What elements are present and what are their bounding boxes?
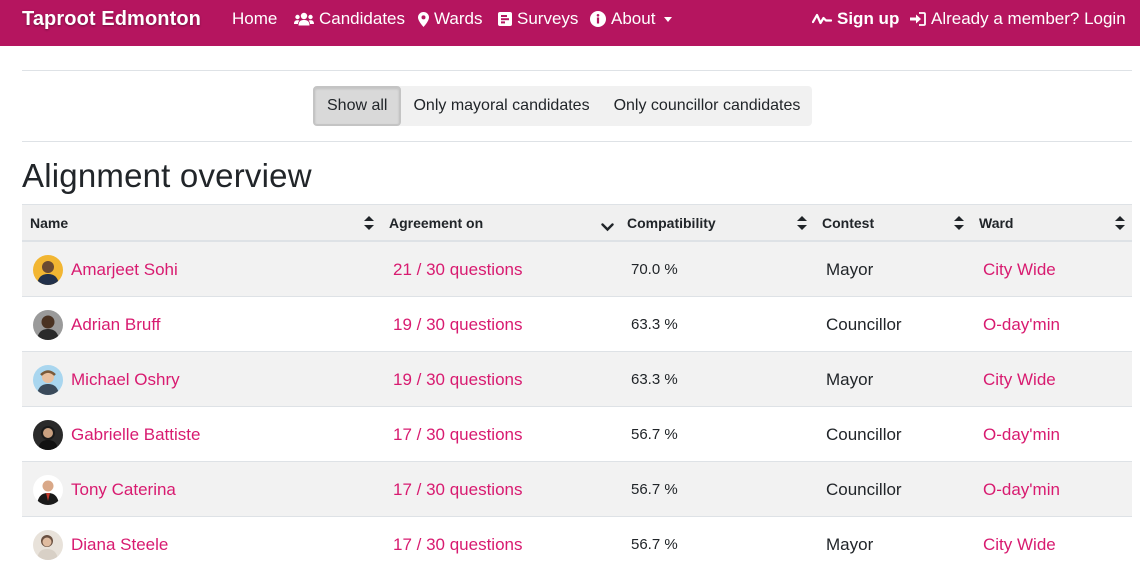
candidate-name-link[interactable]: Gabrielle Battiste <box>71 425 200 445</box>
compatibility-value: 56.7 % <box>631 481 678 498</box>
compatibility-value: 63.3 % <box>631 371 678 388</box>
avatar <box>33 474 63 505</box>
filter-show-all-button[interactable]: Show all <box>313 86 402 126</box>
candidate-cell: Adrian Bruff <box>33 297 160 352</box>
ward-link[interactable]: City Wide <box>983 517 1056 569</box>
poll-icon <box>498 12 512 26</box>
table-row: Diana Steele 17 / 30 questions 56.7 % Ma… <box>22 517 1132 569</box>
candidate-cell: Michael Oshry <box>33 352 180 407</box>
sort-icon[interactable] <box>1115 216 1125 235</box>
avatar <box>33 309 63 340</box>
info-circle-icon <box>590 11 606 27</box>
sign-in-icon <box>910 12 926 26</box>
nav-candidates-label: Candidates <box>319 9 406 28</box>
nav-login[interactable]: Already a member? Login <box>910 9 1126 29</box>
sort-down-icon[interactable] <box>601 219 614 237</box>
contest-value: Councillor <box>826 424 902 444</box>
header-contest[interactable]: Contest <box>822 205 874 241</box>
avatar <box>33 364 63 395</box>
table-row: Michael Oshry 19 / 30 questions 63.3 % M… <box>22 352 1132 407</box>
contest-value: Mayor <box>826 369 874 389</box>
sort-icon[interactable] <box>797 216 807 235</box>
nav-signup[interactable]: Sign up <box>812 9 899 29</box>
agreement-link[interactable]: 19 / 30 questions <box>393 352 522 407</box>
table-header: Name Agreement on Compatibility Contest … <box>22 204 1132 242</box>
candidate-name-link[interactable]: Amarjeet Sohi <box>71 260 178 280</box>
agreement-link[interactable]: 17 / 30 questions <box>393 517 522 569</box>
nav-home-label: Home <box>232 9 278 28</box>
contest-value: Mayor <box>826 534 874 554</box>
nav-login-label: Already a member? Login <box>931 9 1126 28</box>
candidate-cell: Tony Caterina <box>33 462 176 517</box>
ward-link[interactable]: City Wide <box>983 242 1056 297</box>
nav-surveys-label: Surveys <box>517 9 579 28</box>
table-row: Gabrielle Battiste 17 / 30 questions 56.… <box>22 407 1132 462</box>
avatar <box>33 254 63 285</box>
filter-councillor-button[interactable]: Only councillor candidates <box>602 86 813 126</box>
sort-icon[interactable] <box>364 216 374 235</box>
alignment-table: Name Agreement on Compatibility Contest … <box>22 204 1132 569</box>
table-row: Adrian Bruff 19 / 30 questions 63.3 % Co… <box>22 297 1132 352</box>
contest-value: Mayor <box>826 259 874 279</box>
avatar <box>33 419 63 450</box>
navbar: Taproot Edmonton Home Candidates Wards S… <box>0 0 1140 46</box>
brand-logo[interactable]: Taproot Edmonton <box>22 8 201 31</box>
ward-link[interactable]: City Wide <box>983 352 1056 407</box>
candidate-cell: Gabrielle Battiste <box>33 407 200 462</box>
candidate-cell: Amarjeet Sohi <box>33 242 178 297</box>
candidate-filter-group: Show all Only mayoral candidates Only co… <box>313 86 813 126</box>
nav-wards[interactable]: Wards <box>418 9 483 29</box>
header-compatibility[interactable]: Compatibility <box>627 205 716 241</box>
users-icon <box>294 12 314 26</box>
ward-link[interactable]: O-day'min <box>983 407 1060 462</box>
compatibility-value: 70.0 % <box>631 261 678 278</box>
contest-value: Councillor <box>826 314 902 334</box>
candidate-name-link[interactable]: Tony Caterina <box>71 480 176 500</box>
sort-icon[interactable] <box>954 216 964 235</box>
candidate-name-link[interactable]: Adrian Bruff <box>71 315 160 335</box>
contest-value: Councillor <box>826 479 902 499</box>
agreement-link[interactable]: 21 / 30 questions <box>393 242 522 297</box>
candidate-name-link[interactable]: Michael Oshry <box>71 370 180 390</box>
avatar <box>33 529 63 560</box>
candidate-cell: Diana Steele <box>33 517 168 569</box>
nav-about-dropdown[interactable]: About <box>590 9 673 29</box>
candidate-name-link[interactable]: Diana Steele <box>71 535 168 555</box>
compatibility-value: 63.3 % <box>631 316 678 333</box>
caret-down-icon <box>664 16 673 22</box>
nav-home[interactable]: Home <box>232 9 277 29</box>
compatibility-value: 56.7 % <box>631 426 678 443</box>
filter-mayoral-button[interactable]: Only mayoral candidates <box>401 86 601 126</box>
map-marker-icon <box>418 11 429 27</box>
divider-top <box>22 70 1132 71</box>
agreement-link[interactable]: 17 / 30 questions <box>393 407 522 462</box>
nav-signup-label: Sign up <box>837 9 900 28</box>
agreement-link[interactable]: 19 / 30 questions <box>393 297 522 352</box>
header-agreement[interactable]: Agreement on <box>389 205 483 241</box>
page-title: Alignment overview <box>22 157 312 194</box>
nav-surveys[interactable]: Surveys <box>498 9 578 29</box>
table-row: Tony Caterina 17 / 30 questions 56.7 % C… <box>22 462 1132 517</box>
divider-bottom <box>22 141 1132 142</box>
header-ward[interactable]: Ward <box>979 205 1013 241</box>
compatibility-value: 56.7 % <box>631 536 678 553</box>
signature-icon <box>812 12 832 26</box>
nav-candidates[interactable]: Candidates <box>294 9 405 29</box>
nav-about-label: About <box>611 9 656 28</box>
ward-link[interactable]: O-day'min <box>983 462 1060 517</box>
table-row: Amarjeet Sohi 21 / 30 questions 70.0 % M… <box>22 242 1132 297</box>
nav-wards-label: Wards <box>434 9 483 28</box>
ward-link[interactable]: O-day'min <box>983 297 1060 352</box>
agreement-link[interactable]: 17 / 30 questions <box>393 462 522 517</box>
header-name[interactable]: Name <box>30 205 68 241</box>
